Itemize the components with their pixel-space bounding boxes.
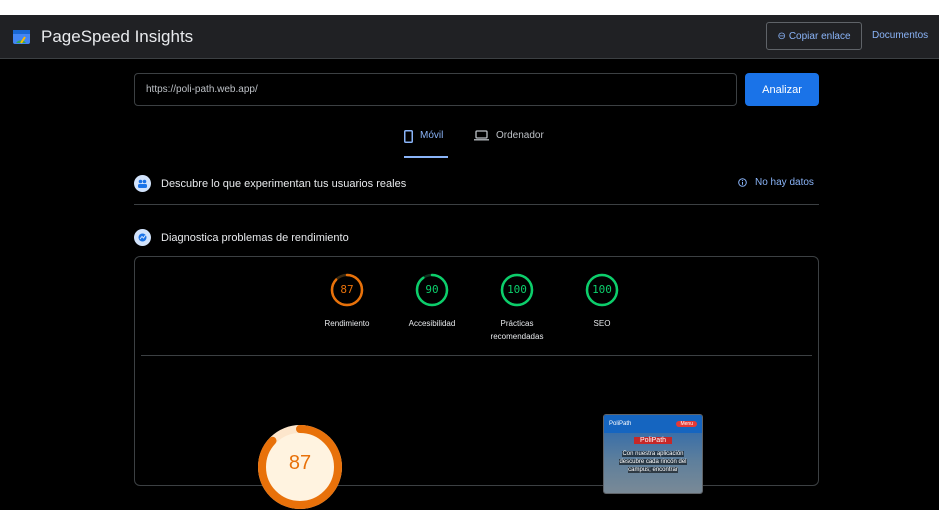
- docs-link[interactable]: Documentos: [872, 30, 928, 41]
- panel-divider: [141, 355, 812, 356]
- field-data-title: Descubre lo que experimentan tus usuario…: [161, 177, 407, 190]
- pagespeed-logo-icon: [13, 30, 30, 44]
- url-input[interactable]: [134, 73, 737, 106]
- link-icon: ⊖: [777, 30, 786, 42]
- no-data-status: No hay datos: [738, 177, 814, 188]
- analyze-button[interactable]: Analizar: [745, 73, 819, 106]
- tab-desktop[interactable]: Ordenador: [474, 130, 544, 156]
- score-gauge-seo[interactable]: 100 SEO: [552, 273, 652, 330]
- tab-mobile-label: Móvil: [420, 130, 444, 141]
- copy-link-label: Copiar enlace: [788, 30, 851, 42]
- top-white-strip: [0, 0, 939, 15]
- app-title: PageSpeed Insights: [41, 27, 194, 46]
- tab-mobile[interactable]: Móvil: [404, 130, 448, 158]
- diagnostics-icon: [134, 229, 151, 246]
- performance-big-score: 87: [288, 452, 312, 474]
- section-divider: [134, 204, 819, 205]
- tab-desktop-label: Ordenador: [496, 130, 544, 141]
- screenshot-hero-title: PoliPath: [604, 437, 702, 444]
- score-label: SEO: [593, 319, 611, 328]
- info-icon: [738, 178, 747, 187]
- laptop-icon: [474, 130, 489, 141]
- lab-data-section: Diagnostica problemas de rendimiento: [134, 229, 349, 246]
- field-data-section: Descubre lo que experimentan tus usuario…: [134, 175, 406, 192]
- copy-link-button[interactable]: ⊖ Copiar enlace: [766, 22, 862, 50]
- users-icon: [134, 175, 151, 192]
- lab-data-title: Diagnostica problemas de rendimiento: [161, 231, 349, 244]
- app-header: PageSpeed Insights ⊖ Copiar enlace Docum…: [0, 15, 939, 59]
- score-value: 87: [340, 283, 354, 296]
- screenshot-menu-badge: Menu: [676, 421, 697, 427]
- score-value: 90: [425, 283, 439, 296]
- screenshot-navbar: PoliPath Menu: [604, 415, 702, 433]
- smartphone-icon: [404, 130, 413, 143]
- page-screenshot-thumbnail: PoliPath Menu PoliPath Con nuestra aplic…: [603, 414, 703, 494]
- score-label: Prácticas recomendadas: [490, 319, 544, 341]
- screenshot-brand: PoliPath: [609, 421, 632, 427]
- no-data-label: No hay datos: [755, 177, 814, 188]
- score-value: 100: [592, 283, 612, 296]
- score-value: 100: [507, 283, 527, 296]
- screenshot-hero-text: Con nuestra aplicación descubre cada rin…: [619, 451, 687, 473]
